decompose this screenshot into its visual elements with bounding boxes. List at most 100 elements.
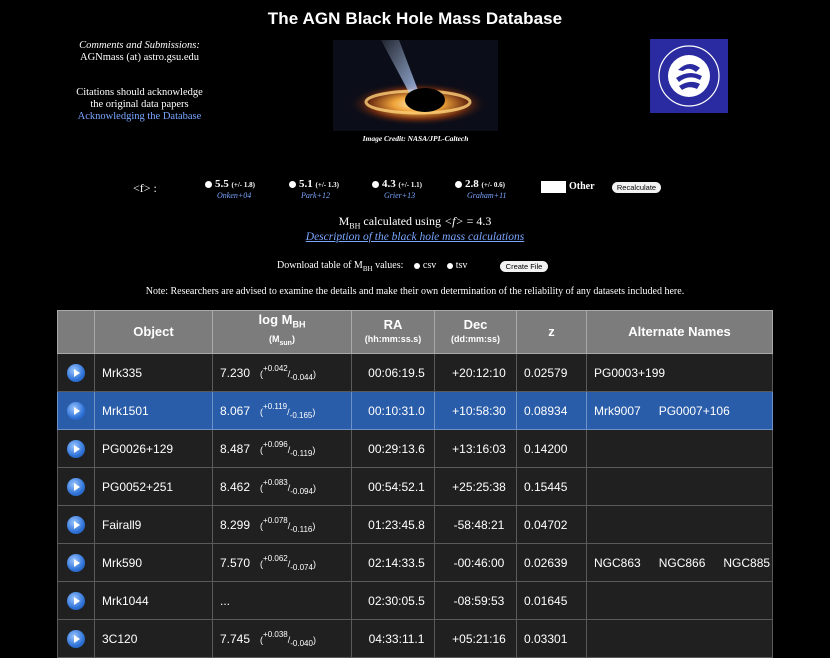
radio-icon[interactable] [372, 180, 379, 188]
gsu-logo [650, 39, 728, 113]
play-icon[interactable] [67, 363, 85, 382]
header-dec[interactable]: Dec (dd:mm:ss) [434, 310, 517, 354]
reliability-note: Note: Researchers are advised to examine… [145, 286, 685, 297]
log-mass-cell: ... [212, 581, 352, 620]
log-mass-cell: 8.487 (+0.096/-0.119) [212, 429, 352, 468]
ra-cell: 02:30:05.5 [351, 581, 435, 620]
recalculate-button[interactable]: Recalculate [612, 182, 661, 193]
play-icon[interactable] [67, 515, 85, 534]
acknowledging-link[interactable]: Acknowledging the Database [78, 111, 202, 122]
radio-icon[interactable] [455, 180, 462, 188]
black-hole-image [333, 40, 498, 131]
object-cell: Mrk1044 [94, 581, 213, 620]
header-z[interactable]: z [516, 310, 587, 354]
mass-uncertainty: (+0.038/-0.040) [260, 629, 316, 648]
tsv-radio-icon[interactable] [446, 262, 453, 269]
object-cell: Fairall9 [94, 505, 213, 544]
play-icon[interactable] [67, 553, 85, 572]
csv-radio-icon[interactable] [413, 262, 420, 269]
table-row[interactable]: PG0026+129 8.487 (+0.096/-0.119) 00:29:13.6… [57, 429, 773, 468]
comments-heading: Comments and Submissions: [79, 40, 200, 51]
row-expand-cell[interactable] [57, 543, 95, 582]
citation-line-2: the original data papers [90, 99, 189, 110]
log-mass-cell: 8.067 (+0.119/-0.165) [212, 391, 352, 430]
f-option-3[interactable]: 2.8 (+/- 0.6) Graham+11 [455, 178, 506, 200]
f-option-2[interactable]: 4.3 (+/- 1.1) Grier+13 [372, 178, 422, 200]
object-cell: 3C120 [94, 619, 213, 658]
other-f-input[interactable] [541, 181, 566, 193]
f-option-ref[interactable]: Grier+13 [384, 191, 422, 200]
play-icon[interactable] [67, 401, 85, 420]
dec-cell: -00:46:00 [434, 543, 517, 582]
alternate-names-cell [586, 429, 773, 468]
alternate-names-cell [586, 619, 773, 658]
object-cell: Mrk1501 [94, 391, 213, 430]
table-row[interactable]: Mrk1044... 02:30:05.5 -08:59:53 0.01645 [57, 581, 773, 620]
row-expand-cell[interactable] [57, 505, 95, 544]
description-link[interactable]: Description of the black hole mass calcu… [0, 231, 830, 243]
table-row[interactable]: Mrk590 7.570 (+0.062/-0.074) 02:14:33.5 -00:… [57, 543, 773, 582]
play-icon[interactable] [67, 629, 85, 648]
play-icon[interactable] [67, 439, 85, 458]
ra-cell: 04:33:11.1 [351, 619, 435, 658]
radio-icon[interactable] [205, 180, 212, 188]
download-line: Download table of MBH values: csv tsv [277, 260, 468, 273]
z-cell: 0.04702 [516, 505, 587, 544]
table-row[interactable]: Fairall9 8.299 (+0.078/-0.116) 01:23:45.8 -5… [57, 505, 773, 544]
header-ra[interactable]: RA (hh:mm:ss.s) [351, 310, 435, 354]
f-option-1[interactable]: 5.1 (+/- 1.3) Park+12 [289, 178, 339, 200]
mass-uncertainty: (+0.096/-0.119) [260, 439, 316, 458]
dec-cell: +13:16:03 [434, 429, 517, 468]
log-mass-cell: 7.230 (+0.042/-0.044) [212, 353, 352, 392]
table-row[interactable]: PG0052+251 8.462 (+0.083/-0.094) 00:54:52.1… [57, 467, 773, 506]
alternate-name: NGC863 [594, 555, 641, 570]
z-cell: 0.02579 [516, 353, 587, 392]
alternate-names-cell: Mrk9007 PG0007+106 [586, 391, 773, 430]
create-file-button[interactable]: Create File [500, 261, 548, 272]
f-factor-bar: <f> : 5.5 (+/- 1.8) Onken+04 5.1 (+/- 1.… [0, 178, 830, 204]
log-mass-cell: 8.462 (+0.083/-0.094) [212, 467, 352, 506]
table-row[interactable]: Mrk335 7.230 (+0.042/-0.044) 00:06:19.5 +20:… [57, 353, 773, 392]
play-icon[interactable] [67, 591, 85, 610]
row-expand-cell[interactable] [57, 429, 95, 468]
info-panel: Comments and Submissions: AGNmass (at) a… [62, 40, 217, 123]
header-play [57, 310, 95, 354]
z-cell: 0.08934 [516, 391, 587, 430]
object-cell: PG0026+129 [94, 429, 213, 468]
ra-cell: 02:14:33.5 [351, 543, 435, 582]
table-header-row: Object log MBH (Msun) RA (hh:mm:ss.s) Dec… [57, 310, 773, 354]
row-expand-cell[interactable] [57, 581, 95, 620]
header-alternate-names[interactable]: Alternate Names [586, 310, 773, 354]
row-expand-cell[interactable] [57, 619, 95, 658]
mass-uncertainty: (+0.119/-0.165) [260, 401, 316, 420]
header-log-mass[interactable]: log MBH (Msun) [212, 310, 352, 354]
ra-cell: 00:10:31.0 [351, 391, 435, 430]
mass-uncertainty: (+0.083/-0.094) [260, 477, 316, 496]
f-option-ref[interactable]: Graham+11 [467, 191, 506, 200]
alternate-names-cell [586, 467, 773, 506]
mass-uncertainty: (+0.062/-0.074) [260, 553, 316, 572]
dec-cell: +10:58:30 [434, 391, 517, 430]
play-icon[interactable] [67, 477, 85, 496]
table-row[interactable]: Mrk1501 8.067 (+0.119/-0.165) 00:10:31.0 +10… [57, 391, 773, 430]
radio-icon[interactable] [289, 180, 296, 188]
row-expand-cell[interactable] [57, 467, 95, 506]
ra-cell: 01:23:45.8 [351, 505, 435, 544]
row-expand-cell[interactable] [57, 391, 95, 430]
z-cell: 0.14200 [516, 429, 587, 468]
f-option-ref[interactable]: Park+12 [301, 191, 339, 200]
row-expand-cell[interactable] [57, 353, 95, 392]
f-option-0[interactable]: 5.5 (+/- 1.8) Onken+04 [205, 178, 255, 200]
page-title: The AGN Black Hole Mass Database [267, 9, 563, 28]
table-row[interactable]: 3C120 7.745 (+0.038/-0.040) 04:33:11.1 +05:2… [57, 619, 773, 658]
log-mass-cell: 8.299 (+0.078/-0.116) [212, 505, 352, 544]
header-object[interactable]: Object [94, 310, 213, 354]
f-option-ref[interactable]: Onken+04 [217, 191, 255, 200]
table-body: Mrk335 7.230 (+0.042/-0.044) 00:06:19.5 +20:… [57, 353, 773, 658]
dec-cell: +05:21:16 [434, 619, 517, 658]
z-cell: 0.03301 [516, 619, 587, 658]
dec-cell: -58:48:21 [434, 505, 517, 544]
alternate-name: Mrk9007 [594, 403, 641, 418]
alternate-name: PG0007+106 [658, 403, 730, 418]
alternate-name: PG0003+199 [594, 365, 666, 380]
